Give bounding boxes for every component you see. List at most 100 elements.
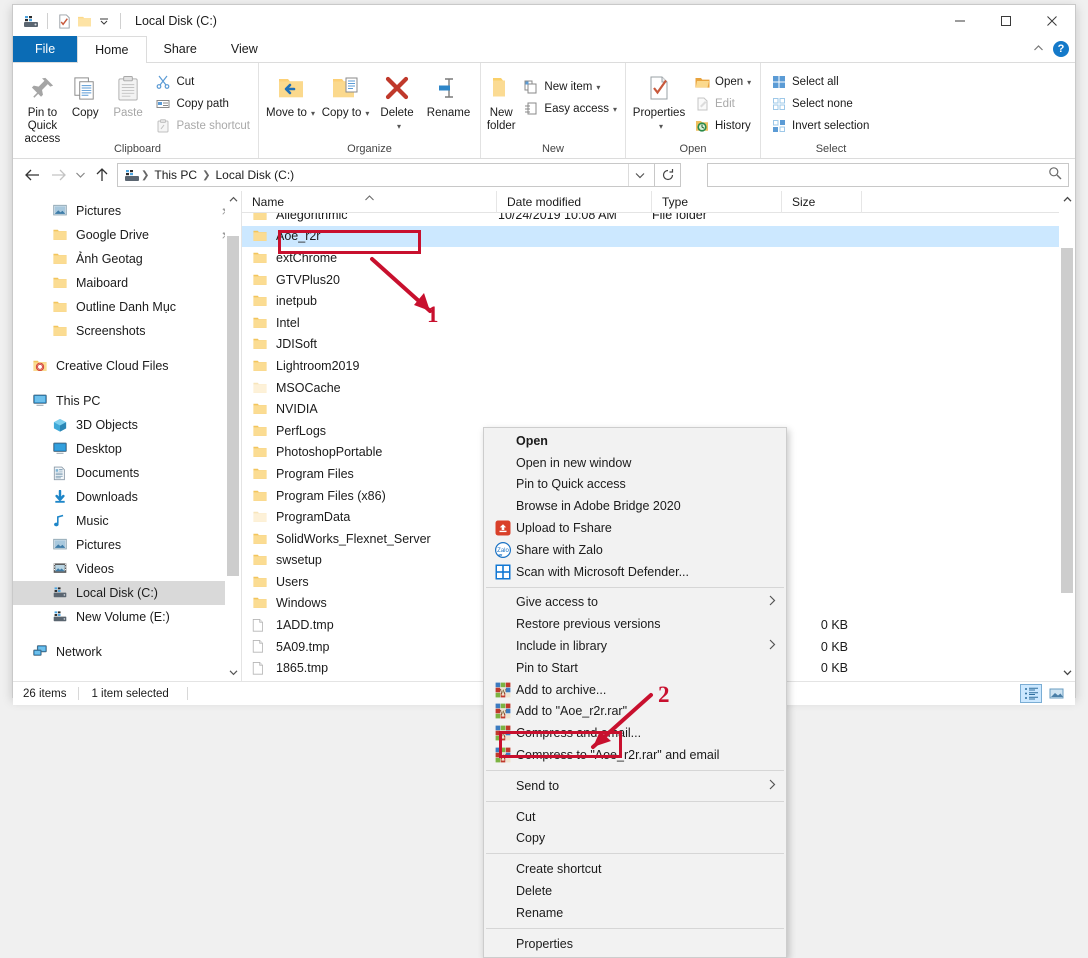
column-header-date-modified[interactable]: Date modified (497, 191, 652, 213)
select-all-button[interactable]: Select all (765, 71, 873, 93)
breadcrumb-separator[interactable]: ❯ (140, 170, 150, 181)
list-scroll-track[interactable] (1059, 208, 1075, 664)
table-row[interactable]: extChrome (242, 247, 1075, 269)
menu-item-browse-in-adobe-bridge-2020[interactable]: Browse in Adobe Bridge 2020 (484, 495, 786, 517)
nav-scroll-up-icon[interactable] (225, 191, 241, 208)
search-box[interactable] (707, 163, 1069, 187)
sidebar-item-videos[interactable]: Videos (13, 557, 241, 581)
open-button[interactable]: Open▾ (688, 71, 755, 93)
sidebar-item-outline-danh-m-c[interactable]: Outline Danh Mục (13, 295, 241, 319)
sidebar-item-this-pc[interactable]: This PC (13, 389, 241, 413)
close-icon[interactable] (1029, 5, 1075, 36)
customize-qat-caret-icon[interactable] (94, 11, 114, 31)
move-to-button[interactable]: Move to▾ (263, 66, 318, 120)
properties-button[interactable]: Properties▾ (630, 66, 688, 133)
tab-share[interactable]: Share (147, 36, 214, 62)
nav-scroll-thumb[interactable] (227, 236, 239, 576)
menu-item-send-to[interactable]: Send to (484, 775, 786, 797)
nav-scroll-down-icon[interactable] (225, 664, 241, 681)
menu-item-rename[interactable]: Rename (484, 902, 786, 924)
pin-to-quick-access-button[interactable]: Pin to Quick access (21, 66, 64, 146)
menu-item-cut[interactable]: Cut (484, 806, 786, 828)
help-icon[interactable]: ? (1053, 41, 1069, 57)
refresh-icon[interactable] (655, 163, 681, 187)
tab-home[interactable]: Home (77, 36, 146, 63)
sidebar-item-downloads[interactable]: Downloads (13, 485, 241, 509)
table-row[interactable]: MSOCache (242, 377, 1075, 399)
back-arrow-icon[interactable] (19, 162, 45, 188)
paste-button[interactable]: Paste (107, 66, 150, 120)
chevron-up-icon[interactable] (1033, 40, 1044, 58)
delete-button[interactable]: Delete▾ (373, 66, 421, 133)
menu-item-restore-previous-versions[interactable]: Restore previous versions (484, 613, 786, 635)
sidebar-item-new-volume-e[interactable]: New Volume (E:) (13, 605, 241, 629)
table-row[interactable]: Lightroom2019 (242, 355, 1075, 377)
table-row[interactable]: NVIDIA (242, 398, 1075, 420)
menu-item-open-in-new-window[interactable]: Open in new window (484, 452, 786, 474)
sidebar-item-pictures[interactable]: Pictures (13, 199, 241, 223)
table-row[interactable]: inetpub (242, 290, 1075, 312)
tab-view[interactable]: View (214, 36, 275, 62)
file-list-scrollbar[interactable] (1059, 191, 1075, 681)
navigation-scrollbar[interactable] (225, 191, 241, 681)
menu-item-properties[interactable]: Properties (484, 933, 786, 955)
sidebar-item-desktop[interactable]: Desktop (13, 437, 241, 461)
list-scroll-down-icon[interactable] (1059, 664, 1075, 681)
navigation-pane[interactable]: PicturesGoogle DriveẢnh GeotagMaiboardOu… (13, 191, 242, 681)
easy-access-button[interactable]: Easy access▾ (517, 98, 621, 120)
sidebar-item-maiboard[interactable]: Maiboard (13, 271, 241, 295)
menu-item-copy[interactable]: Copy (484, 828, 786, 850)
menu-item-pin-to-start[interactable]: Pin to Start (484, 657, 786, 679)
breadcrumb-local-disk[interactable]: Local Disk (C:) (211, 168, 298, 182)
forward-arrow-icon[interactable] (45, 162, 71, 188)
edit-button[interactable]: Edit (688, 93, 755, 115)
new-folder-icon[interactable] (74, 11, 94, 31)
menu-item-create-shortcut[interactable]: Create shortcut (484, 858, 786, 880)
minimize-icon[interactable] (937, 5, 983, 36)
breadcrumb-separator[interactable]: ❯ (201, 170, 211, 181)
maximize-icon[interactable] (983, 5, 1029, 36)
table-row[interactable]: Aoe_r2r (242, 226, 1075, 248)
sidebar-item-music[interactable]: Music (13, 509, 241, 533)
sidebar-item-pictures[interactable]: Pictures (13, 533, 241, 557)
menu-item-pin-to-quick-access[interactable]: Pin to Quick access (484, 474, 786, 496)
details-view-icon[interactable] (1020, 684, 1042, 703)
menu-item-open[interactable]: Open (484, 430, 786, 452)
menu-item-include-in-library[interactable]: Include in library (484, 635, 786, 657)
menu-item-upload-to-fshare[interactable]: Upload to Fshare (484, 517, 786, 539)
table-row[interactable]: Allegorithmic10/24/2019 10:08 AMFile fol… (242, 213, 1075, 226)
address-chevron-down-icon[interactable] (628, 164, 650, 186)
address-breadcrumb-box[interactable]: ❯ This PC ❯ Local Disk (C:) (117, 163, 655, 187)
nav-scroll-track[interactable] (225, 208, 241, 664)
paste-shortcut-button[interactable]: Paste shortcut (149, 115, 254, 137)
copy-to-button[interactable]: Copy to▾ (318, 66, 373, 120)
copy-button[interactable]: Copy (64, 66, 107, 120)
sidebar-item-nh-geotag[interactable]: Ảnh Geotag (13, 247, 241, 271)
column-header-type[interactable]: Type (652, 191, 782, 213)
breadcrumb-this-pc[interactable]: This PC (150, 168, 201, 182)
cut-button[interactable]: Cut (149, 71, 254, 93)
rename-button[interactable]: Rename (421, 66, 476, 120)
list-scroll-thumb[interactable] (1061, 248, 1073, 593)
recent-locations-chevron-down-icon[interactable] (71, 162, 89, 188)
search-input[interactable] (714, 167, 1048, 183)
column-header-size[interactable]: Size (782, 191, 862, 213)
sidebar-item-creative-cloud-files[interactable]: Creative Cloud Files (13, 354, 241, 378)
table-row[interactable]: Intel (242, 312, 1075, 334)
sidebar-item-3d-objects[interactable]: 3D Objects (13, 413, 241, 437)
tab-file[interactable]: File (13, 36, 77, 62)
sidebar-item-screenshots[interactable]: Screenshots (13, 319, 241, 343)
properties-icon[interactable] (54, 11, 74, 31)
menu-item-share-with-zalo[interactable]: ZaloShare with Zalo (484, 539, 786, 561)
invert-selection-button[interactable]: Invert selection (765, 115, 873, 137)
sidebar-item-local-disk-c[interactable]: Local Disk (C:) (13, 581, 241, 605)
table-row[interactable]: JDISoft (242, 334, 1075, 356)
new-item-button[interactable]: New item▾ (517, 76, 621, 98)
new-folder-button[interactable]: New folder (485, 66, 517, 133)
column-header-name[interactable]: Name (242, 191, 497, 213)
list-scroll-up-icon[interactable] (1059, 191, 1075, 208)
up-arrow-icon[interactable] (89, 162, 115, 188)
history-button[interactable]: History (688, 115, 755, 137)
copy-path-button[interactable]: Copy path (149, 93, 254, 115)
menu-item-give-access-to[interactable]: Give access to (484, 592, 786, 614)
